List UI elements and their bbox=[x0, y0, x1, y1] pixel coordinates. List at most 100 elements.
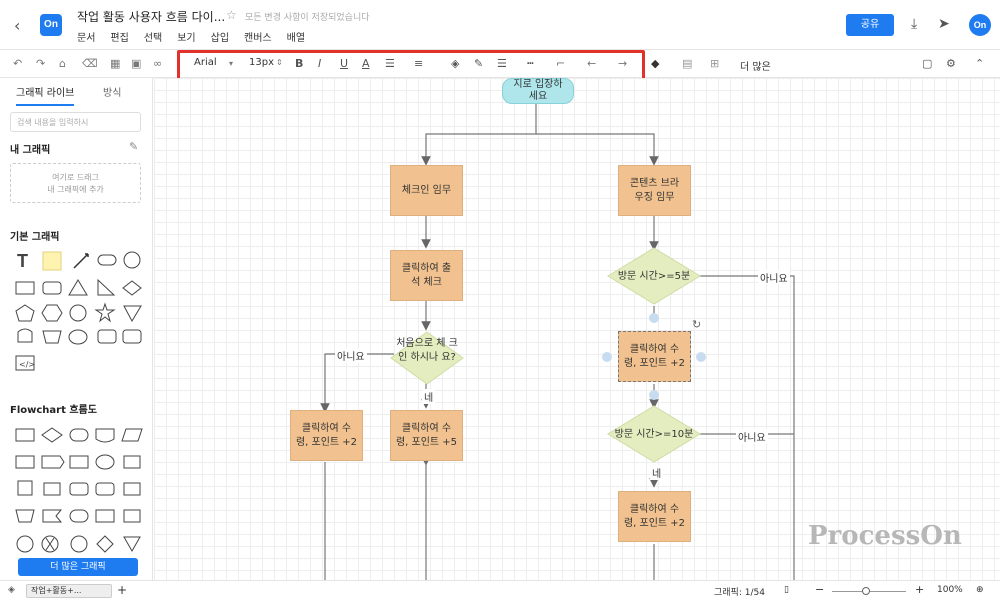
zoom-in-icon[interactable]: + bbox=[915, 583, 924, 596]
start-node[interactable]: 지로 입장하 세요 bbox=[502, 78, 574, 104]
search-input[interactable]: 검색 내용을 입력하시 bbox=[10, 112, 141, 132]
preparation-shape[interactable] bbox=[95, 482, 115, 496]
card-flow-shape[interactable] bbox=[43, 482, 61, 496]
checkin-task-node[interactable]: 체크인 임무 bbox=[390, 165, 463, 216]
predefined-process-shape[interactable] bbox=[15, 455, 35, 469]
note-shape[interactable] bbox=[42, 251, 62, 271]
punched-tape-shape[interactable] bbox=[123, 482, 141, 496]
star-icon[interactable]: ☆ bbox=[226, 8, 237, 22]
undo-icon[interactable]: ↶ bbox=[13, 57, 22, 70]
zoom-level[interactable]: 100% bbox=[937, 585, 963, 595]
delay-shape[interactable] bbox=[69, 509, 89, 523]
star-shape[interactable] bbox=[94, 302, 116, 323]
menu-edit[interactable]: 편집 bbox=[110, 29, 128, 44]
help-icon[interactable]: ⊕ bbox=[976, 585, 984, 595]
diamond-shape[interactable] bbox=[122, 280, 142, 296]
extract-shape[interactable] bbox=[123, 509, 141, 523]
click-point2-bottom-node[interactable]: 클릭하여 수 령, 포인트 +2 bbox=[618, 491, 691, 542]
document-title[interactable]: 작업 활동 사용자 흐름 다이... bbox=[77, 8, 225, 25]
summing-junction-shape[interactable] bbox=[16, 535, 34, 553]
rounded-rect-shape[interactable] bbox=[97, 254, 117, 266]
rect-rounded-shape[interactable] bbox=[42, 281, 62, 295]
more-button[interactable]: 더 많은 bbox=[740, 58, 771, 73]
stored-data-shape[interactable] bbox=[123, 455, 141, 469]
loop-shape[interactable] bbox=[42, 509, 63, 523]
grid-icon[interactable]: ⊞ bbox=[710, 57, 719, 70]
clear-format-icon[interactable]: ⌫ bbox=[82, 57, 98, 70]
menu-view[interactable]: 보기 bbox=[177, 29, 195, 44]
menu-insert[interactable]: 삽입 bbox=[211, 29, 229, 44]
internal-storage-shape[interactable] bbox=[69, 455, 89, 469]
menu-arrange[interactable]: 배열 bbox=[287, 29, 305, 44]
card-shape[interactable] bbox=[122, 329, 142, 344]
display-shape[interactable] bbox=[41, 455, 65, 469]
pages-icon[interactable]: ◈ bbox=[8, 585, 15, 595]
add-page-icon[interactable]: + bbox=[117, 583, 127, 597]
click-point2-selected-node[interactable]: 클릭하여 수 령, 포인트 +2 bbox=[618, 331, 691, 382]
page-tab[interactable]: 작업+활동+... bbox=[26, 584, 112, 598]
connector-shape[interactable] bbox=[95, 454, 115, 470]
click-checkin-node[interactable]: 클릭하여 출 석 체크 bbox=[390, 250, 463, 301]
terminator-shape[interactable] bbox=[69, 428, 89, 442]
menu-canvas[interactable]: 캔버스 bbox=[244, 29, 272, 44]
tab-style[interactable]: 방식 bbox=[103, 84, 121, 99]
share-button[interactable]: 공유 bbox=[846, 14, 894, 36]
avatar[interactable]: On bbox=[969, 14, 991, 36]
edit-icon[interactable]: ✎ bbox=[129, 140, 138, 153]
circle-shape[interactable] bbox=[123, 251, 141, 269]
arrange-icon[interactable]: ▤ bbox=[682, 57, 692, 70]
flowchart-heading[interactable]: Flowchart 흐름도 bbox=[10, 401, 97, 416]
process-shape[interactable] bbox=[15, 428, 35, 442]
speech-bubble-shape[interactable] bbox=[68, 329, 88, 345]
tab-graphics[interactable]: 그래픽 라이브 bbox=[16, 84, 75, 106]
hexagon-shape[interactable] bbox=[41, 304, 63, 322]
decision-shape[interactable] bbox=[41, 427, 63, 443]
settings-icon[interactable]: ⚙ bbox=[946, 57, 956, 70]
image-icon[interactable]: ▣ bbox=[131, 57, 141, 70]
connect-handle-bottom[interactable] bbox=[649, 390, 659, 400]
zoom-slider-knob[interactable] bbox=[862, 587, 870, 595]
cloud-shape[interactable] bbox=[17, 328, 33, 343]
triangle-shape[interactable] bbox=[68, 279, 88, 296]
manual-operation-shape[interactable] bbox=[15, 509, 35, 523]
table-icon[interactable]: ▦ bbox=[110, 57, 120, 70]
back-icon[interactable]: ‹ bbox=[14, 16, 20, 35]
connect-handle-right[interactable] bbox=[696, 352, 706, 362]
merge-triangle-shape[interactable] bbox=[123, 536, 141, 553]
text-shape[interactable]: T bbox=[17, 251, 28, 271]
my-graphics-heading[interactable]: 내 그래픽 bbox=[10, 141, 50, 156]
click-point2-left-node[interactable]: 클릭하여 수 령, 포인트 +2 bbox=[290, 410, 363, 461]
more-graphics-button[interactable]: 더 많은 그래픽 bbox=[18, 558, 138, 576]
sort-shape[interactable] bbox=[96, 535, 114, 553]
collate-shape[interactable] bbox=[70, 535, 88, 553]
link-icon[interactable]: ∞ bbox=[153, 57, 162, 70]
connect-handle-top[interactable] bbox=[649, 313, 659, 323]
redo-icon[interactable]: ↷ bbox=[36, 57, 45, 70]
zoom-out-icon[interactable]: − bbox=[815, 583, 824, 596]
trapezoid-shape[interactable] bbox=[42, 330, 62, 344]
database-shape[interactable] bbox=[17, 480, 33, 496]
page-setting-icon[interactable]: ▢ bbox=[922, 57, 932, 70]
download-icon[interactable]: ⤓ bbox=[911, 16, 917, 32]
menu-select[interactable]: 선택 bbox=[144, 29, 162, 44]
octagon-shape[interactable] bbox=[69, 304, 87, 322]
merge-shape[interactable] bbox=[95, 509, 115, 523]
book-icon[interactable]: ▯ bbox=[784, 585, 789, 595]
diagram-canvas[interactable]: 지로 입장하 세요 체크인 임무 콘텐츠 브라 우징 임무 클릭하여 출 석 체… bbox=[154, 78, 1000, 580]
callout-shape[interactable] bbox=[97, 329, 117, 344]
content-task-node[interactable]: 콘텐츠 브라 우징 임무 bbox=[618, 165, 691, 216]
right-triangle-shape[interactable] bbox=[97, 278, 116, 296]
rotate-icon[interactable]: ↻ bbox=[692, 318, 701, 331]
data-shape[interactable] bbox=[121, 428, 143, 442]
collapse-icon[interactable]: ⌃ bbox=[975, 57, 984, 70]
basic-graphics-heading[interactable]: 기본 그래픽 bbox=[10, 228, 59, 243]
inverted-triangle-shape[interactable] bbox=[123, 305, 142, 323]
format-painter-icon[interactable]: ⌂ bbox=[59, 57, 66, 70]
line-shape[interactable] bbox=[73, 253, 89, 269]
click-point5-node[interactable]: 클릭하여 수 령, 포인트 +5 bbox=[390, 410, 463, 461]
connect-handle-left[interactable] bbox=[602, 352, 612, 362]
layer-icon[interactable]: ◆ bbox=[651, 57, 659, 70]
rect-shape[interactable] bbox=[15, 281, 35, 295]
manual-input-shape[interactable] bbox=[69, 482, 89, 496]
pentagon-shape[interactable] bbox=[15, 304, 35, 322]
